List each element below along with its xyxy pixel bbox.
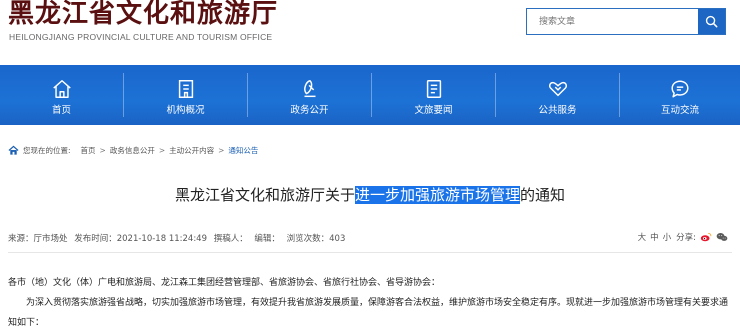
search-icon	[705, 15, 718, 28]
article-paragraph: 为深入贯彻落实旅游强省战略，切实加强旅游市场管理，有效提升我省旅游发展质量，保障…	[8, 298, 729, 328]
nav-item-about[interactable]: 机构概况	[124, 65, 247, 125]
home-icon	[52, 80, 71, 98]
document-icon	[426, 80, 441, 98]
nav-item-public-service[interactable]: 公共服务	[496, 65, 619, 125]
site-header: 黑龙江省文化和旅游厅 HEILONGJIANG PROVINCIAL CULTU…	[0, 0, 740, 60]
font-size-large[interactable]: 大	[638, 231, 647, 243]
article-title: 黑龙江省文化和旅游厅关于进一步加强旅游市场管理的通知	[0, 184, 740, 205]
nav-item-interaction[interactable]: 互动交流	[620, 65, 740, 125]
nav-item-news[interactable]: 文旅要闻	[372, 65, 495, 125]
megaphone-icon	[303, 80, 315, 98]
breadcrumb-item-public-content[interactable]: 主动公开内容	[169, 145, 214, 156]
weibo-icon[interactable]	[700, 232, 712, 242]
main-nav: 首页 机构概况 政务公开 文旅要闻 公共服务 互动交流	[0, 65, 740, 125]
meta-divider	[8, 252, 732, 253]
meta-views: 浏览次数：403	[286, 234, 346, 244]
nav-label: 首页	[51, 105, 71, 116]
title-text: 的通知	[520, 186, 566, 204]
font-size-small[interactable]: 小	[663, 231, 672, 243]
site-subtitle: HEILONGJIANG PROVINCIAL CULTURE AND TOUR…	[9, 32, 273, 42]
nav-label: 公共服务	[538, 105, 577, 116]
site-title[interactable]: 黑龙江省文化和旅游厅	[8, 0, 278, 30]
article-tools: 大 中 小 分享:	[636, 231, 728, 243]
search-box	[526, 8, 726, 35]
breadcrumb: 您现在的位置: 首页 > 政务信息公开 > 主动公开内容 > 通知公告	[8, 143, 258, 157]
nav-item-home[interactable]: 首页	[0, 65, 123, 125]
wechat-icon[interactable]	[716, 232, 728, 242]
home-icon	[8, 145, 19, 155]
breadcrumb-prefix: 您现在的位置:	[23, 145, 71, 155]
meta-editor: 编辑：	[254, 234, 280, 244]
title-highlighted-text[interactable]: 进一步加强旅游市场管理	[354, 186, 520, 204]
nav-label: 政务公开	[290, 105, 329, 116]
search-button[interactable]	[698, 9, 725, 34]
meta-source: 来源：厅市场处	[8, 234, 68, 244]
share-label: 分享:	[676, 233, 696, 243]
nav-item-gov-info[interactable]: 政务公开	[248, 65, 371, 125]
building-icon	[178, 80, 193, 98]
meta-author: 撰稿人：	[213, 234, 248, 244]
nav-label: 互动交流	[660, 105, 699, 116]
chat-icon	[671, 80, 689, 98]
breadcrumb-item-home[interactable]: 首页	[81, 145, 96, 156]
breadcrumb-separator: >	[218, 145, 225, 155]
font-size-medium[interactable]: 中	[650, 231, 659, 243]
breadcrumb-item-notices[interactable]: 通知公告	[228, 145, 258, 156]
breadcrumb-separator: >	[158, 145, 166, 155]
handshake-icon	[548, 81, 567, 97]
nav-label: 文旅要闻	[414, 105, 453, 116]
breadcrumb-item-gov-info[interactable]: 政务信息公开	[110, 145, 155, 156]
nav-label: 机构概况	[166, 105, 205, 116]
search-input[interactable]	[527, 9, 699, 34]
meta-published: 发布时间：2021-10-18 11:24:49	[74, 234, 207, 244]
title-text: 黑龙江省文化和旅游厅关于	[174, 186, 355, 204]
article-body: 各市（地）文化（体）广电和旅游局、龙江森工集团经营管理部、省旅游协会、省旅行社协…	[8, 273, 734, 333]
breadcrumb-separator: >	[99, 145, 106, 155]
article-salutation: 各市（地）文化（体）广电和旅游局、龙江森工集团经营管理部、省旅游协会、省旅行社协…	[8, 278, 441, 288]
article-meta: 来源：厅市场处 发布时间：2021-10-18 11:24:49 撰稿人： 编辑…	[8, 232, 349, 244]
